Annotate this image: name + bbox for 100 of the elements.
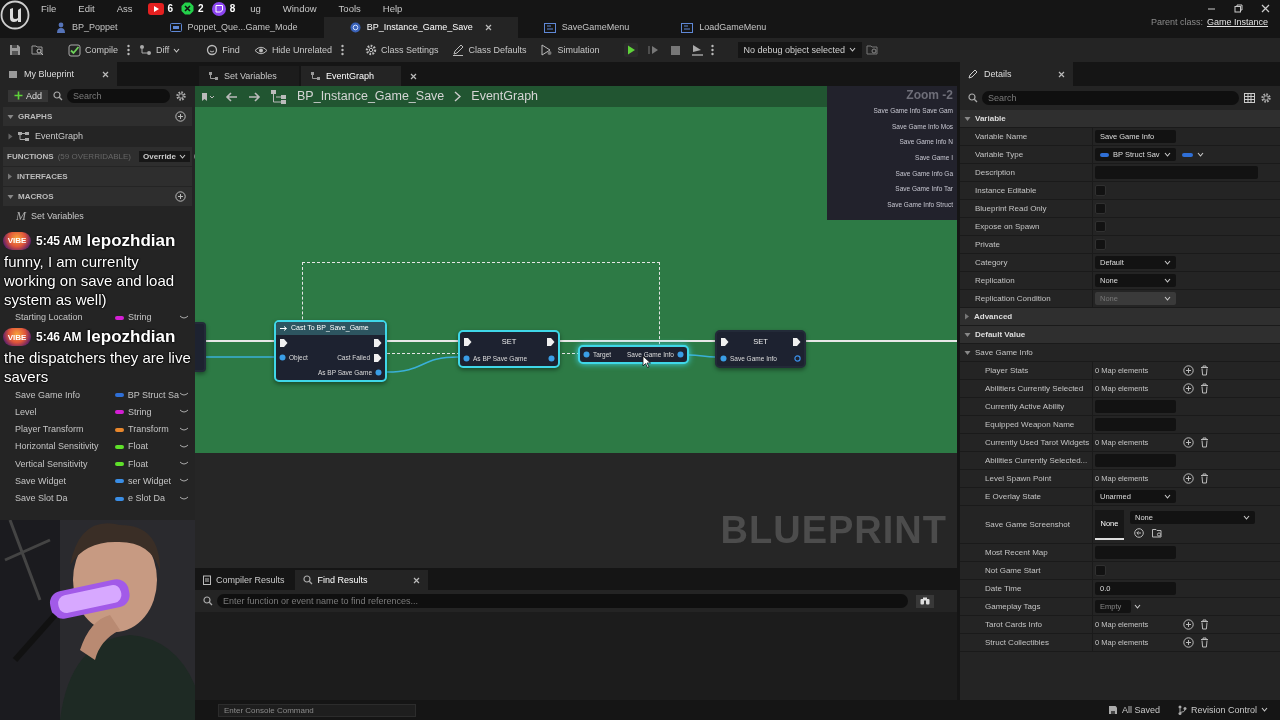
add-icon[interactable] <box>175 111 186 122</box>
chevron-down-icon[interactable] <box>173 47 181 53</box>
toolbar-button[interactable]: Diff <box>134 42 186 58</box>
chevron-down-icon[interactable] <box>1134 604 1141 609</box>
panel-tab[interactable]: Find Results <box>294 570 428 590</box>
add-icon[interactable] <box>1183 473 1194 484</box>
search-field[interactable]: Enter function or event name to find references... <box>217 594 908 608</box>
folder-search-icon[interactable] <box>31 44 44 56</box>
close-icon[interactable] <box>102 70 110 78</box>
collapse-arrow-icon[interactable] <box>964 313 970 320</box>
trash-icon[interactable] <box>1200 473 1209 484</box>
settings-icon[interactable] <box>175 90 187 102</box>
more-options-icon[interactable] <box>127 44 130 56</box>
more-options-icon[interactable] <box>340 44 344 56</box>
chevron-down-icon[interactable] <box>1261 707 1268 713</box>
find-button[interactable] <box>916 594 934 608</box>
search-field[interactable]: Search <box>982 91 1239 105</box>
toolbar-button[interactable]: Find <box>201 42 245 58</box>
step-icon[interactable] <box>647 44 660 56</box>
graph-tab[interactable]: Set Variables <box>199 66 299 86</box>
trash-icon[interactable] <box>1200 637 1209 648</box>
chevron-down-icon[interactable] <box>849 47 857 53</box>
save-status-button[interactable]: All Saved <box>1103 704 1164 716</box>
checkbox[interactable] <box>1095 221 1106 232</box>
close-icon[interactable] <box>1261 4 1270 13</box>
macro-item[interactable]: M Set Variables <box>0 207 195 226</box>
section-header[interactable]: Default Value <box>960 326 1280 344</box>
checkbox[interactable] <box>1095 203 1106 214</box>
back-arrow-icon[interactable] <box>225 91 238 102</box>
section-header[interactable]: Variable <box>960 110 1280 128</box>
eye-closed-icon[interactable] <box>179 314 189 321</box>
menu-item[interactable]: Edit <box>67 1 106 16</box>
section-header[interactable]: MACROS <box>3 187 192 206</box>
toolbar-button[interactable]: Compile <box>63 41 123 59</box>
trash-icon[interactable] <box>1200 383 1209 394</box>
variable-type[interactable]: Float <box>128 441 148 453</box>
breadcrumb-link[interactable]: BP_Instance_Game_Save <box>297 89 445 104</box>
checkbox[interactable] <box>1095 565 1106 576</box>
add-icon[interactable] <box>1183 637 1194 648</box>
eye-closed-icon[interactable] <box>179 391 189 398</box>
document-tab[interactable]: LoadGameMenu <box>655 17 793 38</box>
close-icon[interactable] <box>410 72 418 80</box>
stop-icon[interactable] <box>669 44 681 56</box>
restore-icon[interactable] <box>1234 4 1243 13</box>
menu-item[interactable]: Ass <box>105 1 144 16</box>
expand-arrow-icon[interactable] <box>7 113 14 120</box>
variable-name[interactable]: Save Slot Da <box>15 493 115 505</box>
chevron-down-icon[interactable] <box>1164 152 1171 157</box>
toolbar-button[interactable]: Class Settings <box>359 42 444 58</box>
toolbar-button[interactable]: Class Defaults <box>447 42 532 58</box>
container-type-dropdown[interactable] <box>1182 152 1204 157</box>
panel-tab[interactable]: Compiler Results <box>195 570 293 590</box>
add-icon[interactable] <box>1183 619 1194 630</box>
variable-name[interactable]: Vertical Sensitivity <box>15 458 115 470</box>
revision-control-button[interactable]: Revision Control <box>1173 704 1272 716</box>
chevron-down-icon[interactable] <box>178 154 186 159</box>
menu-item[interactable]: ug <box>239 1 272 16</box>
variable-name[interactable]: Save Game Info <box>15 389 115 401</box>
trash-icon[interactable] <box>1200 437 1209 448</box>
panel-tab[interactable]: Details <box>960 62 1073 86</box>
search-field[interactable]: Search <box>67 89 170 103</box>
checkbox[interactable] <box>1095 185 1106 196</box>
expand-arrow-icon[interactable] <box>7 193 14 200</box>
eject-icon[interactable] <box>690 44 704 56</box>
document-tab[interactable]: SaveGameMenu <box>517 17 656 38</box>
override-dropdown[interactable]: Override <box>139 150 190 163</box>
variable-name[interactable]: Level <box>15 406 115 418</box>
section-header[interactable]: Advanced <box>960 308 1280 326</box>
add-icon[interactable] <box>1183 437 1194 448</box>
menu-item[interactable]: File <box>30 1 68 16</box>
variable-type[interactable]: String <box>128 406 152 418</box>
variable-name[interactable]: Player Transform <box>15 424 115 435</box>
play-icon[interactable] <box>623 43 638 57</box>
breadcrumb-link[interactable]: EventGraph <box>471 89 539 104</box>
document-tab[interactable]: Poppet_Que...Game_Mode <box>143 17 324 38</box>
collapse-arrow-icon[interactable] <box>7 173 13 180</box>
section-header[interactable]: GRAPHS <box>3 107 192 126</box>
forward-arrow-icon[interactable] <box>248 91 261 102</box>
document-tab[interactable]: BP_Instance_Game_Save <box>323 17 518 38</box>
trash-icon[interactable] <box>1200 365 1209 376</box>
variable-name[interactable]: Horizontal Sensitivity <box>15 441 115 453</box>
chevron-down-icon[interactable] <box>1164 278 1171 283</box>
toolbar-button[interactable]: Simulation <box>535 42 605 58</box>
node-edge[interactable] <box>195 322 206 372</box>
expand-arrow-icon[interactable] <box>964 349 971 356</box>
variable-type[interactable]: Float <box>128 458 148 470</box>
more-options-icon[interactable] <box>710 44 714 56</box>
toolbar-button[interactable]: Hide Unrelated <box>248 42 337 58</box>
debug-object-dropdown[interactable]: No debug object selected <box>737 41 863 59</box>
variable-type[interactable]: String <box>128 312 152 324</box>
console-input[interactable]: Enter Console Command <box>218 703 416 717</box>
add-button[interactable]: Add <box>8 89 48 103</box>
menu-item[interactable]: Help <box>371 1 414 16</box>
engine-logo-icon[interactable] <box>0 0 30 30</box>
parent-class-link[interactable]: Game Instance <box>1206 17 1268 28</box>
close-icon[interactable] <box>412 576 420 584</box>
menu-item[interactable]: Window <box>271 1 328 16</box>
variable-type[interactable]: ser Widget <box>128 476 171 487</box>
chevron-down-icon[interactable] <box>1164 494 1171 499</box>
bookmark-icon[interactable] <box>201 91 215 102</box>
